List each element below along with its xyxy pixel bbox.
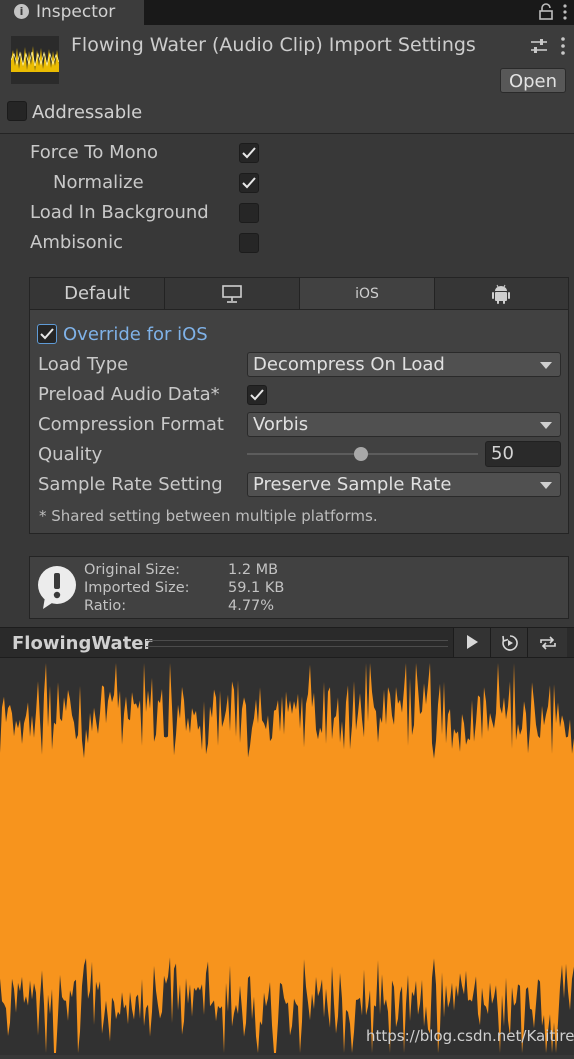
more-options-icon[interactable] (560, 36, 566, 56)
info-icon: i (14, 4, 29, 19)
checkmark-icon (250, 389, 264, 401)
force-to-mono-label: Force To Mono (30, 142, 159, 163)
tab-menu-icon[interactable] (561, 1, 569, 23)
open-button[interactable]: Open (500, 68, 566, 93)
tab-default[interactable]: Default (30, 278, 165, 310)
dropdown-arrow-icon (540, 482, 552, 489)
ambisonic-checkbox[interactable] (239, 233, 259, 253)
warning-info-icon (38, 566, 76, 609)
preload-audio-data-label: Preload Audio Data* (38, 384, 220, 405)
tab-title[interactable]: Inspector (36, 2, 115, 22)
sample-rate-setting-value: Preserve Sample Rate (253, 474, 452, 495)
android-icon (492, 284, 510, 304)
audio-waveform (0, 663, 574, 1053)
original-size-label: Original Size: (84, 562, 180, 578)
load-in-background-checkbox[interactable] (239, 203, 259, 223)
play-button[interactable] (453, 628, 490, 657)
sample-rate-setting-dropdown[interactable]: Preserve Sample Rate (247, 472, 561, 497)
load-in-background-label: Load In Background (30, 202, 209, 223)
sample-rate-setting-label: Sample Rate Setting (38, 474, 223, 495)
loop-icon (540, 636, 556, 650)
load-type-dropdown[interactable]: Decompress On Load (247, 352, 561, 377)
original-size-value: 1.2 MB (228, 562, 279, 578)
auto-play-icon (502, 635, 518, 651)
imported-size-label: Imported Size: (84, 580, 190, 596)
override-for-ios-label: Override for iOS (63, 324, 208, 345)
addressable-checkbox[interactable] (7, 101, 27, 121)
tab-standalone[interactable] (165, 278, 300, 310)
load-type-value: Decompress On Load (253, 354, 445, 375)
imported-size-value: 59.1 KB (228, 580, 285, 596)
asset-title: Flowing Water (Audio Clip) Import Settin… (71, 34, 476, 56)
tab-android[interactable] (435, 278, 568, 310)
waveform-shape (0, 663, 574, 1053)
checkmark-icon (242, 177, 256, 189)
shared-setting-note: * Shared setting between multiple platfo… (39, 507, 378, 525)
ratio-value: 4.77% (228, 598, 275, 614)
dropdown-arrow-icon (540, 362, 552, 369)
checkmark-icon (242, 147, 256, 159)
preload-audio-data-checkbox[interactable] (247, 385, 267, 405)
auto-play-button[interactable] (490, 628, 527, 657)
force-to-mono-checkbox[interactable] (239, 143, 259, 163)
audio-clip-thumbnail (11, 36, 59, 84)
tab-divider (30, 309, 568, 310)
compression-format-label: Compression Format (38, 414, 224, 435)
override-for-ios-checkbox[interactable] (37, 324, 57, 344)
dropdown-arrow-icon (540, 422, 552, 429)
preview-drag-handle[interactable] (146, 640, 448, 647)
addressable-label: Addressable (32, 102, 143, 123)
tab-ios[interactable]: iOS (300, 278, 435, 310)
normalize-checkbox[interactable] (239, 173, 259, 193)
checkmark-icon (40, 328, 54, 340)
quality-slider-thumb[interactable] (354, 447, 368, 461)
quality-label: Quality (38, 444, 103, 465)
lock-icon[interactable] (538, 3, 554, 21)
ambisonic-label: Ambisonic (30, 232, 123, 253)
preset-settings-icon[interactable] (530, 38, 548, 54)
waveform-display (0, 658, 574, 1055)
monitor-icon (222, 285, 242, 303)
load-type-label: Load Type (38, 354, 129, 375)
compression-format-value: Vorbis (253, 414, 309, 435)
preview-title: FlowingWater (12, 633, 153, 654)
compression-format-dropdown[interactable]: Vorbis (247, 412, 561, 437)
play-icon (467, 635, 478, 649)
loop-button[interactable] (527, 628, 567, 657)
ratio-label: Ratio: (84, 598, 127, 614)
watermark: https://blog.csdn.net/Kaitiren (366, 1027, 574, 1045)
quality-input[interactable]: 50 (485, 441, 561, 467)
normalize-label: Normalize (53, 172, 144, 193)
